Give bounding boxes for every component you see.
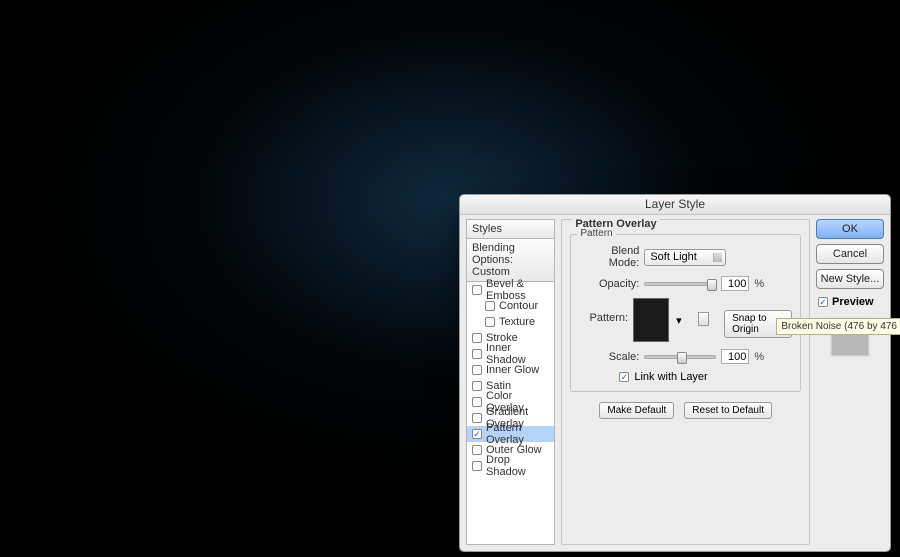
dialog-body: Styles Blending Options: Custom Bevel & … — [460, 215, 890, 551]
default-buttons-row: Make Default Reset to Default — [570, 402, 801, 419]
style-label: Bevel & Emboss — [486, 278, 551, 302]
style-checkbox[interactable] — [485, 317, 495, 327]
styles-header[interactable]: Styles — [466, 219, 555, 239]
percent-label: % — [754, 278, 764, 290]
scale-row: Scale: 100 % — [579, 349, 792, 364]
blend-mode-label: Blend Mode: — [579, 245, 639, 269]
pattern-picker-arrow[interactable]: ▾ — [674, 298, 683, 342]
style-checkbox[interactable] — [472, 461, 482, 471]
link-with-layer-label: Link with Layer — [634, 371, 707, 383]
style-item-drop-shadow[interactable]: Drop Shadow — [467, 458, 554, 474]
blend-mode-select[interactable]: Soft Light — [644, 249, 726, 266]
link-row: Link with Layer — [619, 371, 792, 383]
style-label: Inner Glow — [486, 364, 539, 376]
opacity-label: Opacity: — [579, 278, 639, 290]
opacity-slider[interactable] — [644, 282, 716, 286]
style-checkbox[interactable] — [485, 301, 495, 311]
new-style-button[interactable]: New Style... — [816, 269, 884, 289]
scale-thumb[interactable] — [677, 352, 687, 364]
pattern-label: Pattern: — [579, 312, 628, 324]
preview-checkbox[interactable] — [818, 297, 828, 307]
style-checkbox[interactable] — [472, 365, 482, 375]
opacity-row: Opacity: 100 % — [579, 276, 792, 291]
pattern-row: Pattern: ▾ Snap to Origin — [579, 298, 792, 342]
style-item-pattern-overlay[interactable]: Pattern Overlay — [467, 426, 554, 442]
chevron-down-icon: ▾ — [676, 314, 683, 327]
ok-button[interactable]: OK — [816, 219, 884, 239]
style-item-bevel-emboss[interactable]: Bevel & Emboss — [467, 282, 554, 298]
dialog-title: Layer Style — [460, 195, 890, 215]
preview-row: Preview — [816, 294, 884, 308]
scale-value[interactable]: 100 — [721, 349, 749, 364]
blend-mode-row: Blend Mode: Soft Light — [579, 245, 792, 269]
style-checkbox[interactable] — [472, 333, 482, 343]
layer-style-dialog: Layer Style Styles Blending Options: Cus… — [459, 194, 891, 552]
opacity-value[interactable]: 100 — [721, 276, 749, 291]
style-checkbox[interactable] — [472, 381, 482, 391]
pattern-group-label: Pattern — [577, 228, 615, 239]
blending-options-header[interactable]: Blending Options: Custom — [466, 239, 555, 282]
style-item-texture[interactable]: Texture — [467, 314, 554, 330]
style-item-inner-shadow[interactable]: Inner Shadow — [467, 346, 554, 362]
new-preset-icon[interactable] — [698, 312, 710, 326]
opacity-thumb[interactable] — [707, 279, 717, 291]
scale-slider[interactable] — [644, 355, 716, 359]
pattern-group: Pattern Blend Mode: Soft Light Opacity: … — [570, 234, 801, 392]
pattern-tooltip: Broken Noise (476 by 476 pixels, RGB mod… — [776, 318, 900, 335]
style-checkbox[interactable] — [472, 397, 482, 407]
reset-to-default-button[interactable]: Reset to Default — [684, 402, 772, 419]
right-button-column: OK Cancel New Style... Preview — [816, 219, 884, 545]
style-checkbox[interactable] — [472, 349, 482, 359]
style-label: Contour — [499, 300, 538, 312]
style-label: Texture — [499, 316, 535, 328]
link-with-layer-checkbox[interactable] — [619, 372, 629, 382]
style-checkbox[interactable] — [472, 445, 482, 455]
pattern-swatch[interactable] — [633, 298, 669, 342]
style-label: Drop Shadow — [486, 454, 551, 478]
preview-label: Preview — [832, 296, 874, 308]
cancel-button[interactable]: Cancel — [816, 244, 884, 264]
style-label: Pattern Overlay — [486, 422, 551, 446]
scale-label: Scale: — [579, 351, 639, 363]
settings-panel: Pattern Overlay Pattern Blend Mode: Soft… — [561, 219, 810, 545]
percent-label-2: % — [754, 351, 764, 363]
style-checkbox[interactable] — [472, 429, 482, 439]
style-checkbox[interactable] — [472, 285, 482, 295]
style-label: Inner Shadow — [486, 342, 551, 366]
styles-list: Bevel & EmbossContourTextureStrokeInner … — [466, 282, 555, 545]
make-default-button[interactable]: Make Default — [599, 402, 674, 419]
style-checkbox[interactable] — [472, 413, 482, 423]
styles-column: Styles Blending Options: Custom Bevel & … — [466, 219, 555, 545]
